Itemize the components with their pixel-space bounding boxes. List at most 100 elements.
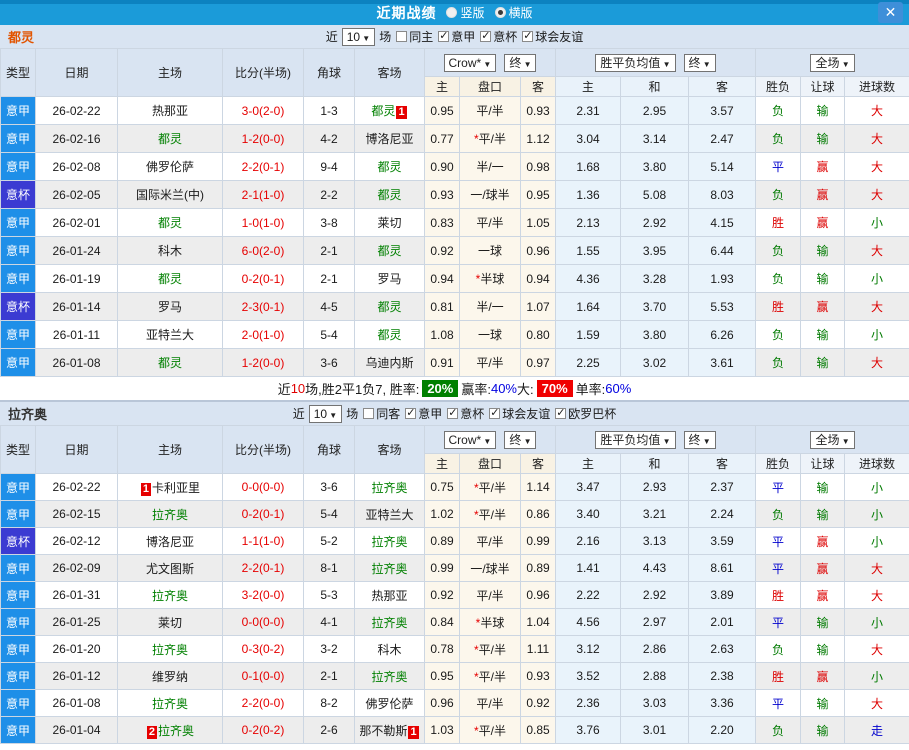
odds-handicap-cell: 平/半 bbox=[459, 208, 521, 237]
checkbox-icon[interactable] bbox=[363, 408, 375, 419]
checkbox-icon[interactable] bbox=[438, 29, 450, 42]
checkbox-icon[interactable] bbox=[555, 406, 567, 419]
column-header: 主场 bbox=[117, 48, 223, 97]
checkbox-icon[interactable] bbox=[522, 29, 534, 42]
type-cell: 意甲 bbox=[0, 124, 36, 153]
column-header: 比分(半场) bbox=[222, 425, 304, 474]
filter-checkbox-3[interactable]: 球会友谊 bbox=[522, 28, 583, 45]
score-cell: 1-2(0-0) bbox=[222, 124, 304, 153]
filter-checkbox-1[interactable]: 意甲 bbox=[438, 28, 475, 45]
away-team-cell: 拉齐奥 bbox=[354, 554, 425, 582]
layout-radio-horizontal-label[interactable]: 横版 bbox=[509, 4, 533, 21]
filter-checkbox-4[interactable]: 欧罗巴杯 bbox=[555, 405, 616, 422]
checkbox-icon[interactable] bbox=[447, 406, 459, 419]
odds-away-cell: 0.96 bbox=[519, 581, 557, 609]
section-torino: 都灵 近 10 场 同主意甲意杯球会友谊 类型日期主场比分(半场)角球客场Cro… bbox=[0, 25, 909, 400]
layout-radio-horizontal[interactable] bbox=[494, 7, 506, 18]
score-cell: 0-3(0-2) bbox=[222, 635, 304, 663]
handicap-star: * bbox=[473, 480, 479, 495]
match-row: 意甲 26-02-01 都灵 1-0(1-0) 3-8 莱切 0.83 平/半 1.05 2.13… bbox=[0, 208, 909, 237]
odds-home-cell: 1.08 bbox=[424, 320, 460, 349]
mean-away-cell: 8.03 bbox=[688, 180, 757, 209]
away-team-cell: 都灵 bbox=[354, 292, 425, 321]
handicap-result-cell: 赢 bbox=[800, 180, 846, 209]
odds-handicap-cell: *平/半 bbox=[459, 500, 521, 528]
corners-cell: 5-4 bbox=[303, 320, 355, 349]
games-label: 场 bbox=[346, 407, 359, 421]
final-avg-select[interactable]: 终 bbox=[683, 430, 716, 449]
handicap-result-cell: 输 bbox=[800, 348, 846, 377]
filter-checkbox-1[interactable]: 意甲 bbox=[405, 405, 442, 422]
odds-away-cell: 1.07 bbox=[519, 292, 557, 321]
match-row: 意甲 26-01-04 2 拉齐奥 0-2(0-2) 2-6 那不勒斯 1 1.03 *平/半 0.… bbox=[0, 716, 909, 744]
filter-checkbox-2[interactable]: 意杯 bbox=[480, 28, 517, 45]
close-button[interactable]: ✕ bbox=[878, 2, 903, 23]
filter-checkbox-0[interactable]: 同客 bbox=[363, 405, 400, 422]
summary-part: 10 bbox=[290, 381, 306, 396]
team-label: 博洛尼亚 bbox=[145, 534, 194, 549]
score-cell: 0-2(0-1) bbox=[222, 264, 304, 293]
summary-part: 大: bbox=[517, 382, 534, 397]
mean-away-cell: 4.15 bbox=[688, 208, 757, 237]
sub-column-header: 盘口 bbox=[459, 76, 521, 97]
odds-handicap-cell: *平/半 bbox=[459, 473, 521, 501]
summary-part: 赢率: bbox=[461, 382, 491, 397]
checkbox-icon[interactable] bbox=[489, 406, 501, 419]
sub-column-header: 主 bbox=[555, 76, 622, 97]
date-cell: 26-02-05 bbox=[35, 180, 118, 209]
checkbox-icon[interactable] bbox=[396, 31, 408, 42]
bookmaker-select[interactable]: Crow* bbox=[443, 430, 497, 449]
date-cell: 26-01-31 bbox=[35, 581, 118, 609]
filter-checkbox-label: 意杯 bbox=[460, 407, 485, 421]
odds-home-cell: 0.78 bbox=[424, 635, 460, 663]
mean-draw-cell: 2.88 bbox=[620, 662, 690, 690]
team-label: 科木 bbox=[157, 244, 182, 258]
odds-away-cell: 1.04 bbox=[519, 608, 557, 636]
away-team-cell: 都灵 bbox=[354, 320, 425, 349]
odds-home-cell: 0.91 bbox=[424, 348, 460, 377]
home-team-cell: 科木 bbox=[117, 236, 223, 265]
team-label: 拉齐奥 bbox=[151, 642, 188, 657]
handicap-result-cell: 输 bbox=[800, 96, 846, 125]
odds-handicap-cell: 平/半 bbox=[459, 527, 521, 555]
avg-select[interactable]: 胜平负均值 bbox=[595, 430, 676, 449]
team-label: 拉齐奥 bbox=[371, 480, 408, 495]
odds-away-cell: 0.92 bbox=[519, 689, 557, 717]
odds-handicap-cell: 半/一 bbox=[459, 292, 521, 321]
checkbox-icon[interactable] bbox=[405, 406, 417, 419]
scope-select[interactable]: 全场 bbox=[810, 53, 855, 72]
final-odds-select[interactable]: 终 bbox=[504, 430, 537, 449]
bookmaker-select[interactable]: Crow* bbox=[443, 53, 497, 72]
mean-draw-cell: 2.97 bbox=[620, 608, 690, 636]
date-cell: 26-02-16 bbox=[35, 124, 118, 153]
odds-away-cell: 0.95 bbox=[519, 180, 557, 209]
away-team-cell: 拉齐奥 bbox=[354, 527, 425, 555]
match-row: 意甲 26-02-22 1 卡利亚里 0-0(0-0) 3-6 拉齐奥 0.75 *平/半 1.1… bbox=[0, 473, 909, 501]
match-row: 意甲 26-01-24 科木 6-0(2-0) 2-1 都灵 0.92 一球 0.96 1.55 3… bbox=[0, 236, 909, 265]
result-cell: 平 bbox=[755, 527, 802, 555]
handicap-result-cell: 输 bbox=[800, 608, 846, 636]
away-team-cell: 拉齐奥 bbox=[354, 608, 425, 636]
scope-select[interactable]: 全场 bbox=[810, 430, 855, 449]
filter-checkbox-3[interactable]: 球会友谊 bbox=[489, 405, 550, 422]
away-team-cell: 莱切 bbox=[354, 208, 425, 237]
away-team-cell: 拉齐奥 bbox=[354, 662, 425, 690]
final-avg-select[interactable]: 终 bbox=[683, 53, 716, 72]
odds-away-cell: 0.93 bbox=[519, 96, 557, 125]
goals-result-cell: 大 bbox=[844, 236, 909, 265]
match-row: 意甲 26-01-25 莱切 0-0(0-0) 4-1 拉齐奥 0.84 *半球 1.04 4.5… bbox=[0, 608, 909, 636]
score-cell: 0-2(0-2) bbox=[222, 716, 304, 744]
corners-cell: 8-2 bbox=[303, 689, 355, 717]
layout-radio-vertical-label[interactable]: 竖版 bbox=[460, 4, 484, 21]
match-count-select[interactable]: 10 bbox=[341, 27, 376, 46]
result-cell: 负 bbox=[755, 320, 802, 349]
away-team-cell: 罗马 bbox=[354, 264, 425, 293]
team-label: 拉齐奥 bbox=[151, 696, 188, 711]
match-count-select[interactable]: 10 bbox=[308, 404, 343, 423]
filter-checkbox-2[interactable]: 意杯 bbox=[447, 405, 484, 422]
layout-radio-vertical[interactable] bbox=[446, 7, 458, 18]
final-odds-select[interactable]: 终 bbox=[504, 53, 537, 72]
checkbox-icon[interactable] bbox=[480, 29, 492, 42]
filter-checkbox-0[interactable]: 同主 bbox=[396, 28, 433, 45]
avg-select[interactable]: 胜平负均值 bbox=[595, 53, 676, 72]
